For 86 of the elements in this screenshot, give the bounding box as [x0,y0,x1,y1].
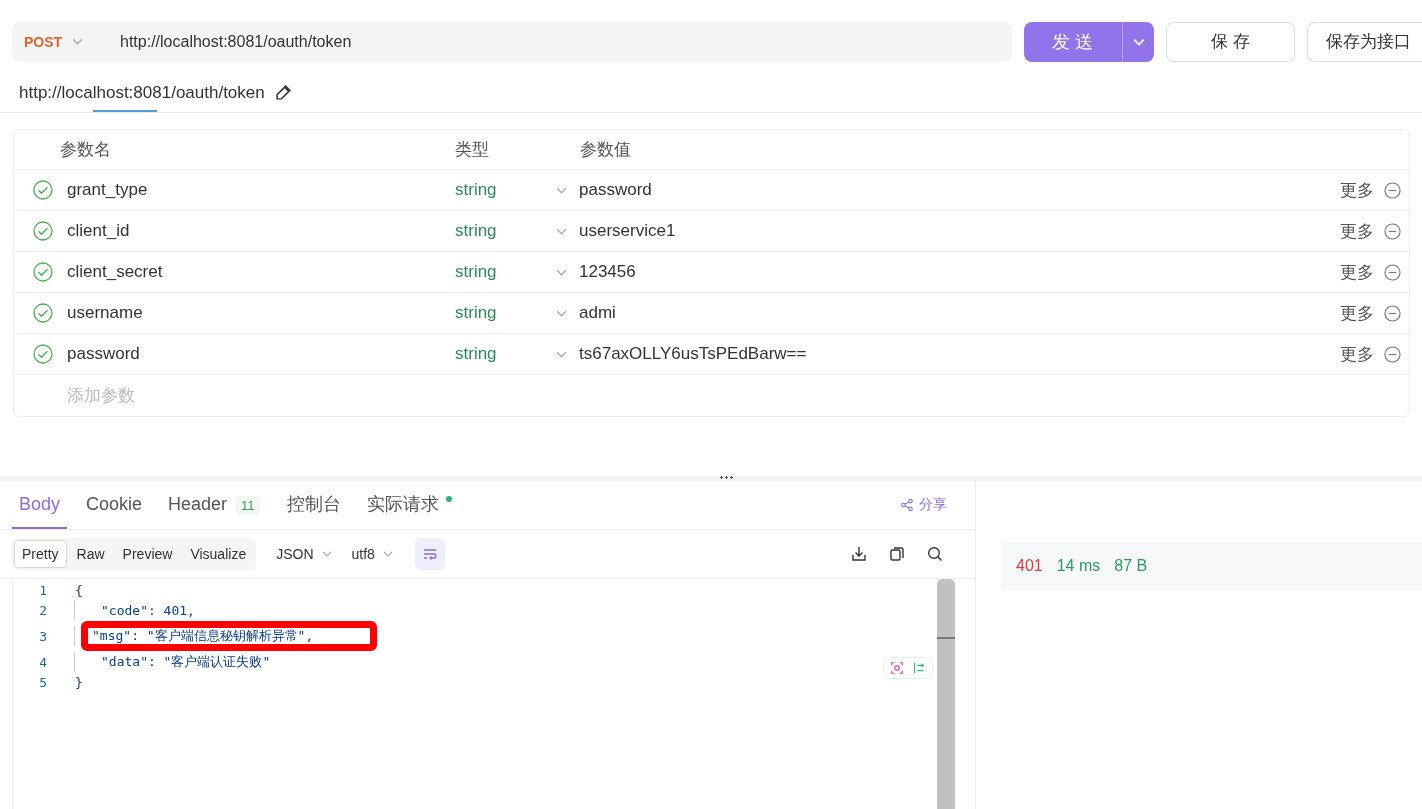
code-line: "msg": "客户端信息秘钥解析异常", [92,628,314,643]
chevron-icon [72,38,84,45]
url-field[interactable]: POST http://localhost:8081/oauth/token [12,21,1012,62]
format-select[interactable]: JSON [276,546,314,562]
remove-icon[interactable] [1384,345,1401,363]
param-value[interactable]: password [579,180,1340,200]
search-icon[interactable] [927,546,943,562]
response-tab[interactable]: Cookie [79,481,150,529]
column-header: 类型 [455,139,490,161]
save-button[interactable]: 保 存 [1166,21,1295,62]
check-circle-icon[interactable] [32,180,53,200]
more-link[interactable]: 更多 [1340,260,1374,284]
line-number: 3 [38,628,47,644]
chevron-icon [556,350,567,358]
line-number: 2 [38,602,47,618]
more-link[interactable]: 更多 [1340,178,1374,202]
copy-icon[interactable] [889,546,905,562]
type-select[interactable]: string [455,221,497,241]
url-text: http://localhost:8081/oauth/token [120,32,352,51]
response-size: 87 B [1114,557,1148,575]
more-link[interactable]: 更多 [1340,342,1374,366]
remove-icon[interactable] [1384,263,1401,281]
send-dropdown-button[interactable] [1122,21,1154,62]
param-name[interactable]: username [67,303,455,323]
line-number: 5 [38,674,47,690]
chevron-icon [556,268,567,276]
focus-icon[interactable] [890,661,904,675]
param-name[interactable]: client_id [67,221,455,241]
check-circle-icon[interactable] [32,344,53,364]
view-tab[interactable]: Preview [114,540,181,568]
view-tab[interactable]: Pretty [14,540,67,568]
response-tab[interactable]: 实际请求 [359,481,446,529]
param-name[interactable]: password [67,344,455,364]
pencil-icon[interactable] [274,84,292,101]
drag-handle[interactable] [719,476,733,479]
line-number: 1 [38,582,47,598]
chevron-icon [382,551,393,557]
align-icon[interactable] [912,661,926,675]
response-tab[interactable]: Header [161,481,235,529]
type-select[interactable]: string [455,303,497,323]
chevron-icon [321,551,332,557]
chevron-icon [556,186,567,194]
share-link[interactable]: 分享 [919,496,947,514]
check-circle-icon[interactable] [32,303,53,323]
check-circle-icon[interactable] [32,221,53,241]
param-value[interactable]: 123456 [579,262,1340,282]
view-tab[interactable]: Raw [68,540,113,568]
type-select[interactable]: string [455,344,497,364]
remove-icon[interactable] [1384,181,1401,199]
type-select[interactable]: string [455,262,497,282]
param-value[interactable]: admi [579,303,1340,323]
column-header: 参数名 [60,139,112,161]
code-line: } [75,674,83,690]
wrap-icon [421,546,438,562]
line-number: 4 [38,654,47,670]
remove-icon[interactable] [1384,304,1401,322]
chevron-icon [556,227,567,235]
response-time: 14 ms [1056,557,1101,575]
encoding-select[interactable]: utf8 [351,546,375,562]
code-line: "data": "客户端认证失败" [100,653,271,671]
chevron-icon [556,309,567,317]
response-tab[interactable]: Body [12,481,68,529]
remove-icon[interactable] [1384,222,1401,240]
scrollbar-thumb[interactable] [937,579,955,639]
save-as-api-button[interactable]: 保存为接口 [1306,21,1422,62]
check-circle-icon[interactable] [32,262,53,282]
response-tab[interactable]: 控制台 [279,481,348,529]
wrap-button[interactable] [414,538,445,570]
param-name[interactable]: grant_type [67,180,455,200]
type-select[interactable]: string [455,180,497,200]
request-url-title: http://localhost:8081/oauth/token [19,82,265,103]
more-link[interactable]: 更多 [1340,219,1374,243]
status-code: 401 [1016,557,1043,575]
column-header: 参数值 [580,139,632,161]
param-value[interactable]: userservice1 [579,221,1340,241]
param-value[interactable]: ts67axOLLY6usTsPEdBarw== [579,344,1340,364]
code-line: { [75,582,83,598]
view-tab[interactable]: Visualize [182,540,255,568]
count-badge: 11 [236,495,260,515]
param-name[interactable]: client_secret [67,262,455,282]
download-icon[interactable] [851,546,867,562]
share-icon[interactable] [900,498,914,512]
chevron-icon [1132,37,1145,46]
code-line: "code": 401, [100,602,195,618]
more-link[interactable]: 更多 [1340,301,1374,325]
send-button[interactable]: 发 送 [1024,21,1122,62]
